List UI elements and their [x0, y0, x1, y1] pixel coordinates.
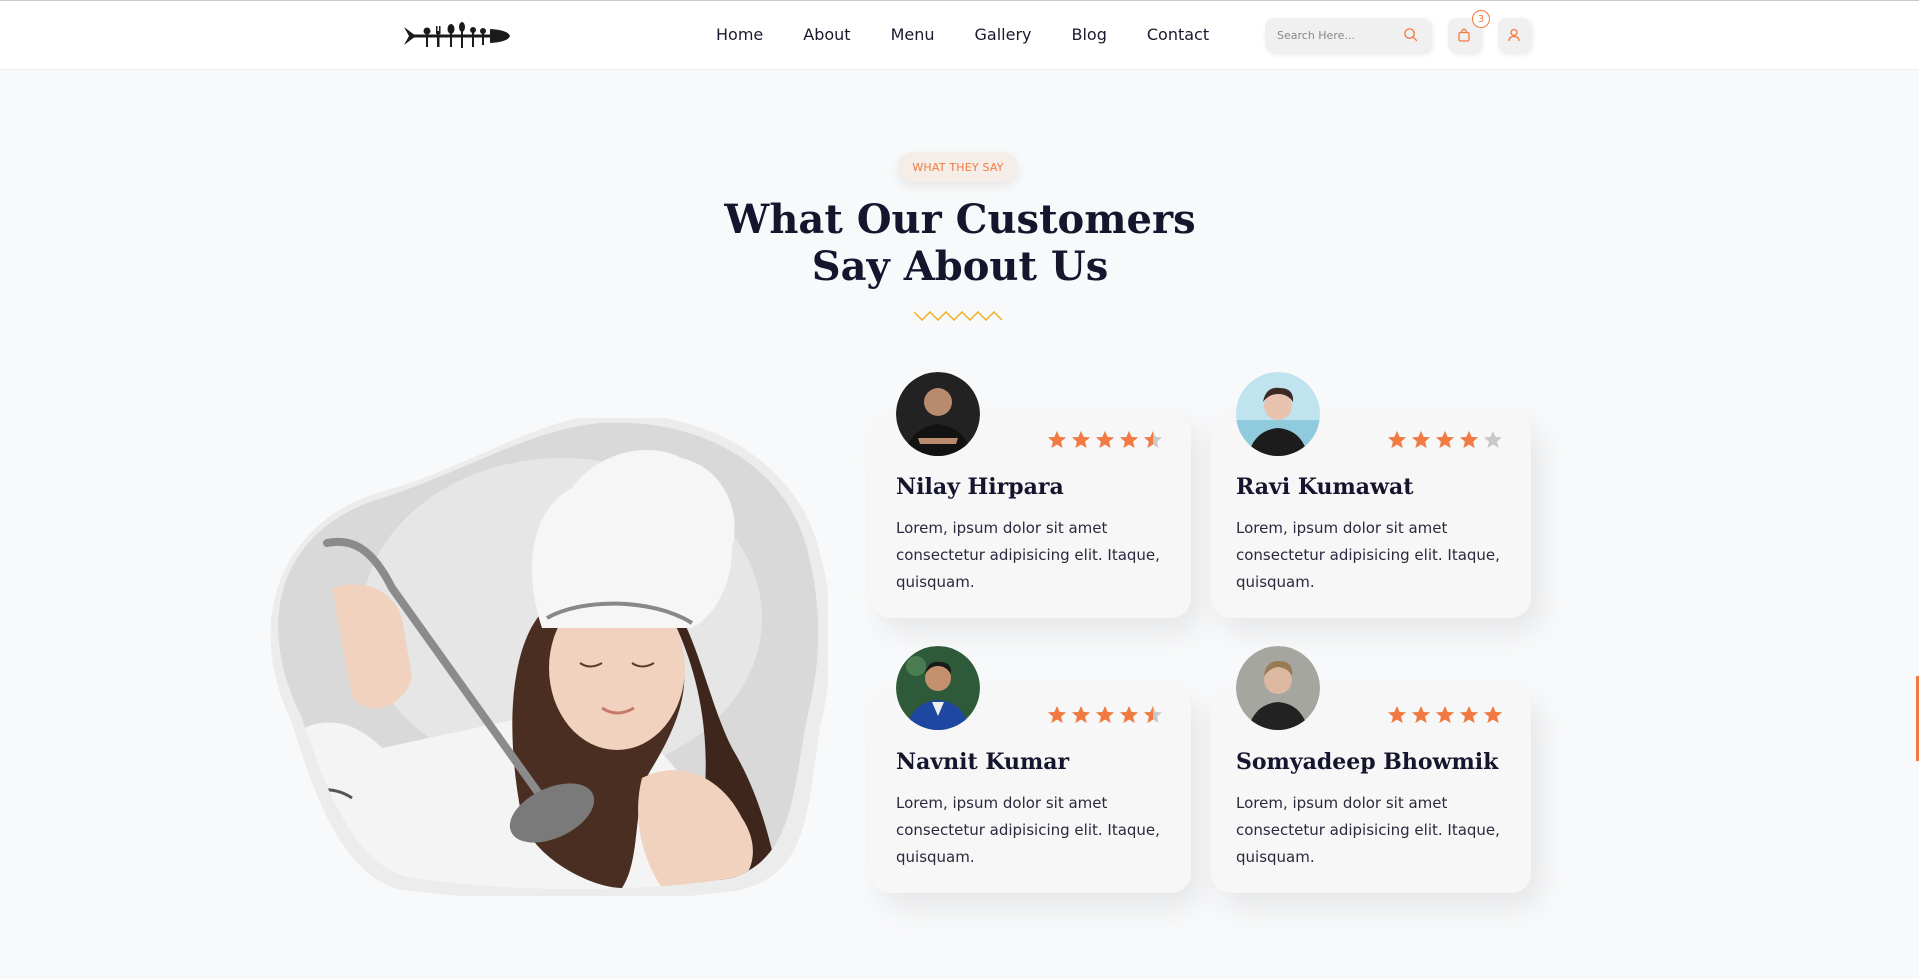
- review-text: Lorem, ipsum dolor sit amet consectetur …: [1236, 794, 1500, 866]
- section-title: What Our Customers Say About Us: [660, 196, 1260, 290]
- star-icon: [1144, 431, 1162, 448]
- star-icon: [1388, 706, 1406, 723]
- nav-blog[interactable]: Blog: [1071, 23, 1106, 47]
- star-icon: [1048, 431, 1066, 448]
- star-icon: [1484, 706, 1502, 723]
- section-title-line1: What Our Customers: [724, 196, 1196, 243]
- reviewer-name: Nilay Hirpara: [896, 474, 1064, 500]
- avatar: [896, 372, 980, 456]
- nav-gallery[interactable]: Gallery: [975, 23, 1032, 47]
- star-icon: [1412, 431, 1430, 448]
- star-icon: [1460, 706, 1478, 723]
- review-text: Lorem, ipsum dolor sit amet consectetur …: [1236, 519, 1500, 591]
- main-nav: Home About Menu Gallery Blog Contact: [716, 23, 1209, 47]
- star-icon: [1412, 706, 1430, 723]
- star-rating: [1047, 430, 1163, 450]
- zigzag-divider: [914, 310, 1003, 322]
- search-icon[interactable]: [1403, 27, 1418, 42]
- nav-menu[interactable]: Menu: [891, 23, 935, 47]
- review-text: Lorem, ipsum dolor sit amet consectetur …: [896, 519, 1160, 591]
- search-box: [1265, 18, 1430, 52]
- user-icon: [1508, 28, 1520, 42]
- section-title-line2: Say About Us: [811, 243, 1109, 290]
- review-text: Lorem, ipsum dolor sit amet consectetur …: [896, 794, 1160, 866]
- star-icon: [1436, 706, 1454, 723]
- star-icon: [1120, 706, 1138, 723]
- user-account-button[interactable]: [1498, 18, 1530, 52]
- avatar: [896, 646, 980, 730]
- star-rating: [1387, 430, 1503, 450]
- reviewer-name: Navnit Kumar: [896, 749, 1070, 775]
- chef-girl-image: [270, 418, 828, 896]
- star-icon: [1096, 706, 1114, 723]
- star-icon: [1436, 431, 1454, 448]
- shopping-bag-icon: [1458, 28, 1470, 42]
- star-icon: [1460, 431, 1478, 448]
- cart-button[interactable]: 3: [1448, 10, 1490, 52]
- star-icon: [1096, 431, 1114, 448]
- star-icon: [1484, 431, 1502, 448]
- nav-about[interactable]: About: [803, 23, 850, 47]
- star-icon: [1120, 431, 1138, 448]
- star-icon: [1072, 431, 1090, 448]
- reviewer-name: Ravi Kumawat: [1236, 474, 1414, 500]
- nav-contact[interactable]: Contact: [1147, 23, 1209, 47]
- reviewer-name: Somyadeep Bhowmik: [1236, 749, 1499, 775]
- section-eyebrow: WHAT THEY SAY: [898, 152, 1018, 182]
- star-icon: [1072, 706, 1090, 723]
- nav-home[interactable]: Home: [716, 23, 763, 47]
- avatar: [1236, 646, 1320, 730]
- star-rating: [1387, 705, 1503, 725]
- star-icon: [1388, 431, 1406, 448]
- site-header: Home About Menu Gallery Blog Contact 3: [0, 0, 1919, 70]
- search-input[interactable]: [1277, 26, 1397, 44]
- star-icon: [1048, 706, 1066, 723]
- cart-count-badge: 3: [1472, 10, 1490, 28]
- star-rating: [1047, 705, 1163, 725]
- utensils-logo[interactable]: [404, 21, 510, 51]
- avatar: [1236, 372, 1320, 456]
- star-icon: [1144, 706, 1162, 723]
